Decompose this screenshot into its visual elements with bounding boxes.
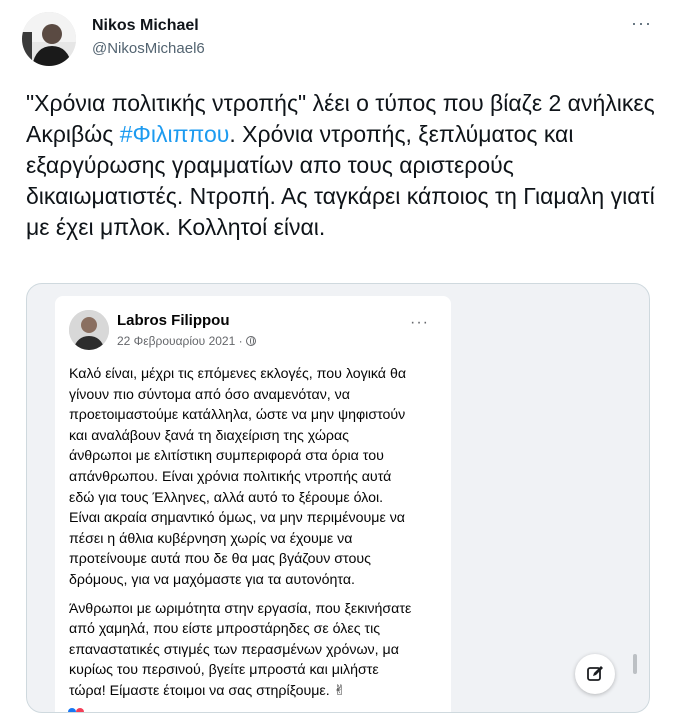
reactions-icon [67,703,107,712]
embedded-screenshot[interactable]: Labros Filippou 22 Φεβρουαρίου 2021 · ··… [26,283,650,713]
hashtag-link[interactable]: #Φιλιππου [120,121,230,147]
post-author-avatar [69,310,109,350]
post-line: από χαμηλά, που είστε μπροστάρηδες σε όλ… [69,621,381,638]
post-line: άνθρωποι με ελιτίστικη συμπεριφορά στα ό… [69,448,384,465]
post-line: Καλό είναι, μέχρι τις επόμενες εκλογές, … [69,366,407,382]
post-date: 22 Φεβρουαρίου 2021 · [117,334,256,348]
post-line: επαναστατικές στιγμές των περασμένων χρό… [69,641,399,658]
post-line: και αναλάβουν ξανά τη διαχείριση της χώρ… [69,427,350,444]
post-body: Καλό είναι, μέχρι τις επόμενες εκλογές, … [69,364,447,710]
post-more-icon: ··· [410,314,429,331]
post-paragraph-2: Άνθρωποι με ωριμότητα στην εργασία, που … [69,599,447,702]
post-line: πέσει η άθλια κυβέρνηση χωρίς να έχουμε … [69,530,353,547]
tweet: Nikos Michael @NikosMichael6 ··· "Χρόνια… [0,0,680,723]
post-author-name: Labros Filippou [117,312,230,329]
post-line: Άνθρωποι με ωριμότητα στην εργασία, που … [69,600,412,617]
post-line: τώρα! Είμαστε έτοιμοι να σας στηρίξουμε.… [69,682,346,699]
scrollbar[interactable] [633,654,637,674]
facebook-post-card: Labros Filippou 22 Φεβρουαρίου 2021 · ··… [55,296,451,712]
post-paragraph-1: Καλό είναι, μέχρι τις επόμενες εκλογές, … [69,364,447,591]
post-line: κυρίως του περσινού, βγείτε μπροστά και … [69,662,379,679]
post-line: προετοιμαστούμε κατάλληλα, ώστε να μην ψ… [69,407,406,424]
post-line: γίνουν πιο σύντομα από όσο αναμενόταν, ν… [69,386,350,403]
post-date-text: 22 Φεβρουαρίου 2021 · [117,334,243,348]
post-line: εδώ για τους Έλληνες, αλλά αυτό το ξέρου… [69,489,384,506]
author-name[interactable]: Nikos Michael [92,17,199,35]
author-handle[interactable]: @NikosMichael6 [92,40,205,57]
author-avatar[interactable] [22,12,76,66]
globe-icon [245,336,256,346]
tweet-text: "Χρόνια πολιτικής ντροπής" λέει ο τύπος … [26,88,656,243]
post-line: δρόμους, για να μαχόμαστε για τα αυτονόη… [69,571,355,588]
edit-compose-icon[interactable] [575,654,615,694]
post-line: προτείνουμε αυτά που δε θα μας βγάζουν σ… [69,551,371,568]
post-line: απάνθρωπου. Είναι χρόνια πολιτικής ντροπ… [69,468,392,485]
post-line: Είναι ακραία σημαντικό όμως, να μην περι… [69,510,406,527]
more-options-icon[interactable]: ··· [631,13,652,34]
